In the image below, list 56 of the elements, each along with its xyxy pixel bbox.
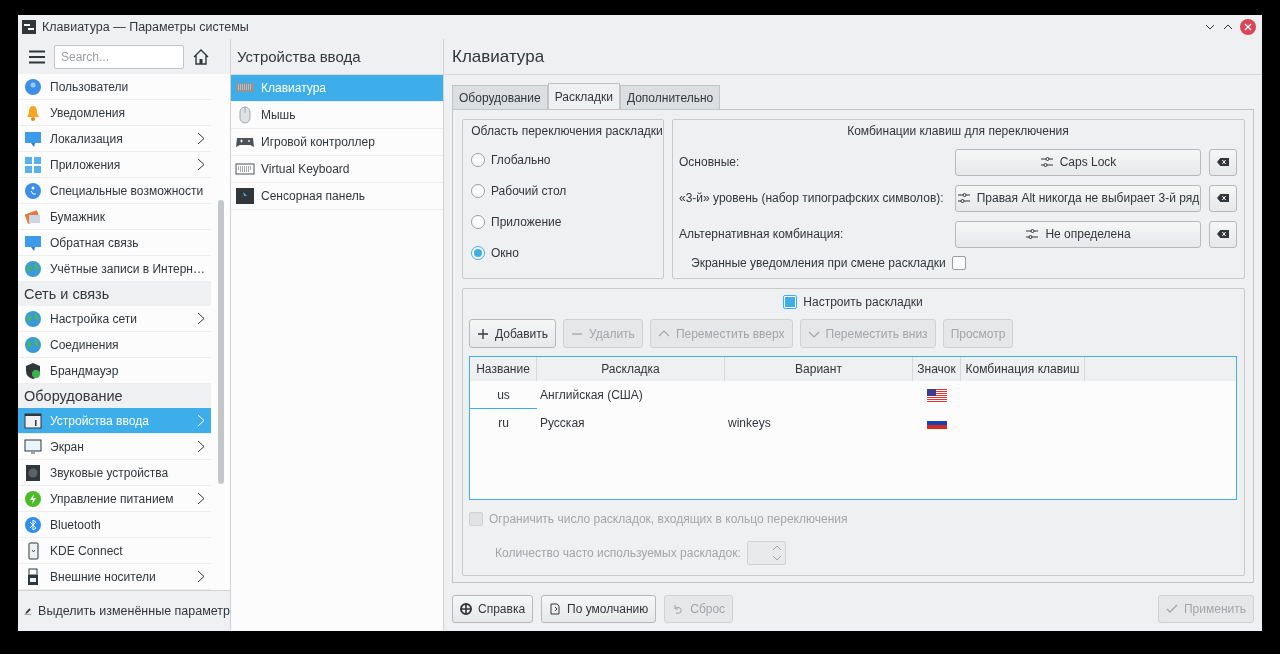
category-header: Оборудование xyxy=(18,384,211,408)
sidebar-item[interactable]: Обратная связь xyxy=(18,230,211,256)
column-header[interactable]: Значок xyxy=(913,357,961,381)
sidebar-item[interactable]: Звуковые устройства xyxy=(18,460,211,486)
table-cell: us xyxy=(470,381,537,409)
checkbox-label: Ограничить число раскладок, входящих в кольцо переключения xyxy=(489,512,848,526)
panel-title: Устройства ввода xyxy=(231,39,443,75)
device-list-item[interactable]: Сенсорная панель xyxy=(231,183,443,210)
window-title: Клавиатура — Параметры системы xyxy=(42,20,250,34)
dialog-button[interactable]: По умолчанию xyxy=(541,595,657,623)
sidebar-item[interactable]: Настройка сети xyxy=(18,306,211,332)
shortcut-label: Основные: xyxy=(679,155,741,169)
tab[interactable]: Оборудование xyxy=(452,85,548,109)
column-header[interactable]: Название xyxy=(470,357,537,381)
column-header[interactable]: Вариант xyxy=(725,357,913,381)
table-cell-text: winkeys xyxy=(727,415,772,432)
spinbox-label: Количество часто используемых раскладок: xyxy=(495,546,741,560)
shortcut-label: «3-й» уровень (набор типографских символов): xyxy=(679,191,945,205)
shortcut-button[interactable]: Caps Lock xyxy=(955,148,1201,176)
table-cell-text: Английская (США) xyxy=(539,387,644,404)
toolbar-button[interactable]: Добавить xyxy=(469,319,557,348)
column-header[interactable]: Раскладка xyxy=(537,357,725,381)
column-header[interactable]: Комбинация клавиш xyxy=(961,357,1085,381)
device-list-item[interactable]: Virtual Keyboard xyxy=(231,156,443,183)
sidebar-item[interactable]: Управление питанием xyxy=(18,486,211,512)
radio-label: Рабочий стол xyxy=(491,183,567,198)
shortcut-button[interactable]: Не определена xyxy=(955,220,1201,248)
tab[interactable]: Дополнительно xyxy=(619,85,721,109)
table-cell-text: ru xyxy=(497,415,510,432)
device-list-item[interactable]: Мышь xyxy=(231,102,443,129)
device-list-item[interactable]: Игровой контроллер xyxy=(231,129,443,156)
sidebar-item[interactable]: Приложения xyxy=(18,152,211,178)
sidebar-item[interactable]: KDE Connect xyxy=(18,538,211,564)
search-field[interactable]: Search... xyxy=(54,44,184,69)
sidebar-item[interactable]: Экран xyxy=(18,434,211,460)
sidebar-item[interactable]: Локализация xyxy=(18,126,211,152)
dialog-button[interactable]: Справка xyxy=(452,595,534,623)
checkbox-label: Экранные уведомления при смене раскладки xyxy=(691,256,946,270)
sidebar-item[interactable]: Специальные возможности xyxy=(18,178,211,204)
group-title: Комбинации клавиш для переключения xyxy=(846,124,1070,140)
radio-label: Приложение xyxy=(491,214,562,229)
sidebar-item[interactable]: Уведомления xyxy=(18,100,211,126)
radio-label: Глобально xyxy=(491,152,551,167)
shortcut-label: Альтернативная комбинация: xyxy=(679,227,845,241)
category-header: Сеть и связь xyxy=(18,282,211,306)
group-title: Область переключения раскладки xyxy=(471,124,663,140)
checkbox-label: Настроить раскладки xyxy=(803,295,923,309)
radio-label: Окно xyxy=(491,245,519,260)
sidebar-item[interactable]: Пользователи xyxy=(18,74,211,100)
tab[interactable]: Раскладки xyxy=(547,83,620,109)
page-title: Клавиатура xyxy=(444,39,1262,75)
table-cell-text: Русская xyxy=(539,415,586,432)
sidebar-item[interactable]: Бумажник xyxy=(18,204,211,230)
sidebar-item[interactable]: Bluetooth xyxy=(18,512,211,538)
shortcut-button[interactable]: Правая Alt никогда не выбирает 3-й ряд xyxy=(955,184,1201,212)
sidebar-item[interactable]: Соединения xyxy=(18,332,211,358)
